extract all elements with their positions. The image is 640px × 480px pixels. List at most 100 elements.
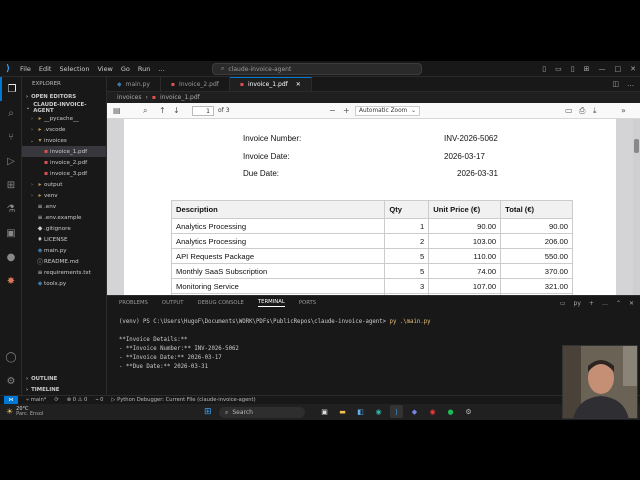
download-icon[interactable]: ⤓ — [593, 106, 597, 116]
tab-debug-console[interactable]: DEBUG CONSOLE — [198, 300, 244, 306]
tab-terminal[interactable]: TERMINAL — [257, 299, 285, 307]
sidebar-toggle-icon[interactable]: ▤ — [113, 106, 121, 115]
open-editors-section[interactable]: › OPEN EDITORS — [22, 91, 106, 102]
tree-item-invoice-2-pdf[interactable]: ▪ invoice_2.pdf — [22, 157, 106, 168]
tree-item-output[interactable]: › ▸ output — [22, 179, 106, 190]
page-total: of 3 — [218, 107, 230, 114]
tree-item-vscode[interactable]: › ▸ .vscode — [22, 124, 106, 135]
account-icon[interactable]: ◯ — [0, 345, 22, 369]
layout-panel-icon[interactable]: ▭ — [555, 65, 562, 73]
debugger-status[interactable]: ▷ Python Debugger: Current File (claude-… — [111, 397, 255, 403]
ports-status[interactable]: ⌁ 0 — [95, 397, 103, 403]
tab-close-icon[interactable]: ✕ — [296, 81, 301, 88]
weather-widget[interactable]: ☀ 20°C Parc. Ensol — [0, 406, 43, 418]
tools-icon[interactable]: » — [621, 106, 626, 115]
tree-item-invoice-1-pdf[interactable]: ▪ invoice_1.pdf — [22, 146, 106, 157]
vscode-taskbar-icon[interactable]: ⟩ — [390, 405, 403, 418]
customize-layout-icon[interactable]: ⊞ — [584, 65, 590, 73]
outline-section[interactable]: › OUTLINE — [22, 373, 107, 384]
tree-item-readme-md[interactable]: ⓘ README.md — [22, 256, 106, 267]
branch-status[interactable]: ⑂ main* — [26, 397, 46, 403]
start-windows-icon[interactable]: ⊞ — [204, 407, 212, 417]
timeline-section[interactable]: › TIMELINE — [22, 384, 107, 395]
menu-view[interactable]: View — [93, 65, 116, 73]
tab-problems[interactable]: PROBLEMS — [119, 300, 148, 306]
claude-icon[interactable]: ✸ — [0, 269, 22, 293]
github-icon[interactable]: ● — [0, 245, 22, 269]
tab-invoice-2[interactable]: ▪ Invoice_2.pdf — [161, 77, 230, 91]
zoom-select[interactable]: Automatic Zoom ⌄ — [355, 106, 420, 116]
sync-icon[interactable]: ⟳ — [54, 397, 58, 403]
run-debug-icon[interactable]: ▷ — [0, 149, 22, 173]
spotify-icon[interactable]: ● — [444, 405, 457, 418]
zoom-out-icon[interactable]: − — [329, 106, 336, 115]
next-page-icon[interactable]: ↓ — [173, 106, 180, 115]
taskbar-apps: ▣ ▬ ◧ ◉ ⟩ ◆ ◉ ● ⚙ — [318, 405, 475, 418]
teams-icon[interactable]: ◆ — [408, 405, 421, 418]
split-editor-icon[interactable]: ◫ — [612, 80, 619, 88]
testing-icon[interactable]: ⚗ — [0, 197, 22, 221]
tree-item-venv[interactable]: › ▸ venv — [22, 190, 106, 201]
tab-ports[interactable]: PORTS — [299, 300, 316, 306]
remote-explorer-icon[interactable]: ▣ — [0, 221, 22, 245]
zoom-in-icon[interactable]: + — [343, 106, 350, 115]
print-icon[interactable]: ⎙ — [579, 106, 585, 116]
project-root[interactable]: ⌄ CLAUDE-INVOICE-AGENT — [22, 102, 106, 114]
cell-description: API Requests Package — [170, 248, 386, 264]
tree-item-invoices[interactable]: ⌄ ▾ invoices — [22, 135, 106, 146]
find-icon[interactable]: ⌕ — [143, 106, 147, 116]
tree-item-tools-py[interactable]: ◆ tools.py — [22, 278, 106, 289]
cell-unit-price: 110.00 — [428, 248, 502, 264]
pdf-scrollbar[interactable] — [633, 119, 640, 295]
maximize-button[interactable]: □ — [615, 65, 622, 73]
store-icon[interactable]: ◧ — [354, 405, 367, 418]
tab-main-py[interactable]: ◆ main.py — [107, 77, 161, 91]
search-view-icon[interactable]: ⌕ — [0, 101, 22, 125]
more-actions-icon[interactable]: … — [602, 300, 608, 307]
settings-icon[interactable]: ⚙ — [462, 405, 475, 418]
breadcrumb-file[interactable]: invoice_1.pdf — [160, 94, 200, 101]
more-actions-icon[interactable]: … — [627, 80, 634, 88]
source-control-icon[interactable]: ⑂ — [0, 125, 22, 149]
tree-item-env[interactable]: ≡ .env — [22, 201, 106, 212]
pdf-viewer[interactable]: Invoice Number: INV-2026-5062 Invoice Da… — [107, 119, 640, 295]
tree-item-pycache[interactable]: › ▸ __pycache__ — [22, 113, 106, 124]
page-number-input[interactable]: 1 — [192, 106, 214, 116]
manage-gear-icon[interactable]: ⚙ — [0, 369, 22, 393]
terminal-output[interactable]: (venv) PS C:\Users\HugoF\Documents\WORK\… — [119, 318, 431, 372]
tab-output[interactable]: OUTPUT — [162, 300, 184, 306]
file-explorer-icon[interactable]: ▬ — [336, 405, 349, 418]
menu-more[interactable]: … — [154, 65, 169, 73]
layout-secondary-icon[interactable]: ▯ — [571, 65, 575, 73]
tree-item-env-example[interactable]: ≡ .env.example — [22, 212, 106, 223]
command-center-search[interactable]: ⌕ claude-invoice-agent — [212, 63, 422, 75]
layout-sidebar-icon[interactable]: ▯ — [542, 65, 546, 73]
open-file-icon[interactable]: ▭ — [565, 106, 573, 115]
tree-item-invoice-3-pdf[interactable]: ▪ invoice_3.pdf — [22, 168, 106, 179]
new-terminal-icon[interactable]: + — [589, 300, 594, 307]
taskbar-search[interactable]: ⌕ Search — [219, 407, 305, 418]
menu-file[interactable]: File — [16, 65, 35, 73]
close-button[interactable]: ✕ — [630, 65, 636, 73]
close-panel-icon[interactable]: ✕ — [629, 300, 634, 307]
tab-invoice-1[interactable]: ▪ invoice_1.pdf ✕ — [229, 77, 312, 91]
vivaldi-icon[interactable]: ◉ — [426, 405, 439, 418]
menu-go[interactable]: Go — [117, 65, 134, 73]
menu-edit[interactable]: Edit — [35, 65, 56, 73]
terminal-shell-name[interactable]: py — [574, 300, 581, 307]
breadcrumb-folder[interactable]: invoices — [117, 94, 141, 101]
extensions-icon[interactable]: ⊞ — [0, 173, 22, 197]
previous-page-icon[interactable]: ↑ — [159, 106, 166, 115]
task-view-icon[interactable]: ▣ — [318, 405, 331, 418]
tree-item-license[interactable]: ♦ LICENSE — [22, 234, 106, 245]
tree-item-gitignore[interactable]: ◆ .gitignore — [22, 223, 106, 234]
problems-status[interactable]: ⊗ 0 ⚠ 0 — [67, 397, 88, 403]
explorer-icon[interactable]: ❐ — [0, 77, 22, 101]
tree-item-requirements-txt[interactable]: ≡ requirements.txt — [22, 267, 106, 278]
menu-selection[interactable]: Selection — [55, 65, 93, 73]
minimize-button[interactable]: — — [599, 65, 606, 73]
edge-icon[interactable]: ◉ — [372, 405, 385, 418]
tree-item-main-py[interactable]: ◆ main.py — [22, 245, 106, 256]
maximize-panel-icon[interactable]: ⌃ — [616, 300, 621, 307]
menu-run[interactable]: Run — [134, 65, 154, 73]
